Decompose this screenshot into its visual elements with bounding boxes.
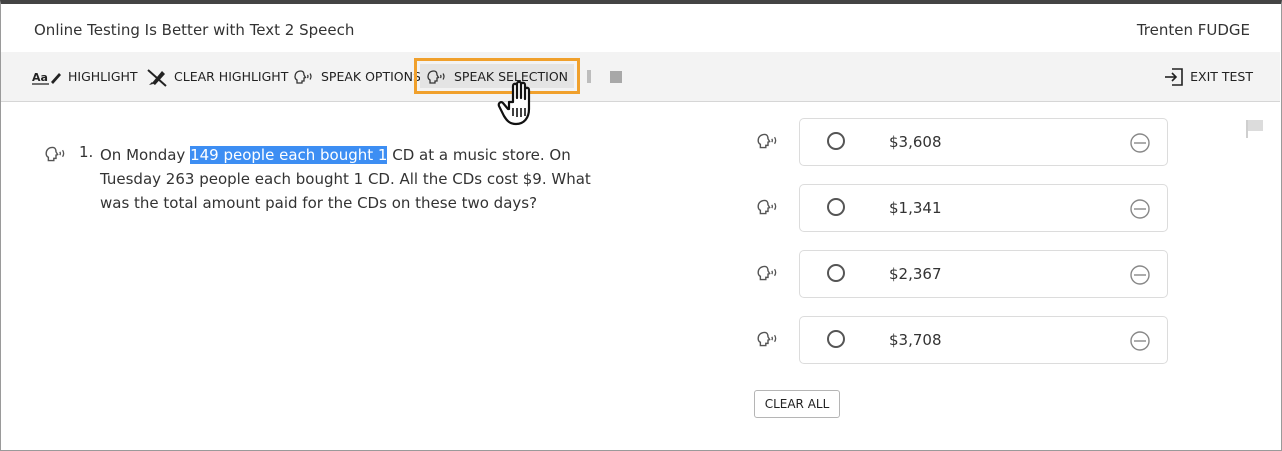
answer-option-c: $2,367 <box>756 250 1176 300</box>
question-text-before: On Monday <box>100 146 191 164</box>
highlighted-selection: 149 people each bought 1 <box>190 146 388 164</box>
option-speak-button[interactable] <box>756 264 780 286</box>
speaking-head-icon <box>757 331 777 347</box>
option-radio[interactable] <box>827 264 845 282</box>
option-label: $2,367 <box>889 265 942 283</box>
toolbar: Aa HIGHLIGHT CLEAR HIGHLIGHT SPEAK OPTIO… <box>1 52 1280 102</box>
eliminate-option-button[interactable] <box>1129 132 1151 158</box>
option-speak-button[interactable] <box>756 330 780 352</box>
speak-options-button[interactable]: SPEAK OPTIONS <box>293 52 421 101</box>
speaking-head-icon <box>757 199 777 215</box>
question-number: 1. <box>79 143 94 161</box>
speaking-head-icon <box>757 265 777 281</box>
option-label: $3,708 <box>889 331 942 349</box>
stop-icon <box>610 70 622 83</box>
stop-button[interactable] <box>610 52 622 101</box>
option-radio[interactable] <box>827 330 845 348</box>
question-stem[interactable]: On Monday 149 people each bought 1 CD at… <box>100 143 620 215</box>
eliminate-option-button[interactable] <box>1129 264 1151 290</box>
pause-button[interactable] <box>587 52 591 101</box>
exit-test-button[interactable]: EXIT TEST <box>1164 52 1253 101</box>
speaking-head-icon <box>293 69 315 85</box>
option-speak-button[interactable] <box>756 132 780 154</box>
option-speak-button[interactable] <box>756 198 780 220</box>
exit-test-label: EXIT TEST <box>1190 69 1253 84</box>
minus-circle-icon <box>1130 199 1150 219</box>
speaking-head-icon <box>45 146 65 162</box>
clear-highlight-label: CLEAR HIGHLIGHT <box>174 69 289 84</box>
hand-pointer-cursor-icon <box>496 78 552 136</box>
minus-circle-icon <box>1130 265 1150 285</box>
speaking-head-icon <box>757 133 777 149</box>
option-radio[interactable] <box>827 132 845 150</box>
answer-option-d: $3,708 <box>756 316 1176 366</box>
option-radio[interactable] <box>827 198 845 216</box>
option-card[interactable]: $1,341 <box>799 184 1168 232</box>
minus-circle-icon <box>1130 133 1150 153</box>
speak-options-label: SPEAK OPTIONS <box>321 69 421 84</box>
svg-text:Aa: Aa <box>32 71 48 84</box>
eliminate-option-button[interactable] <box>1129 198 1151 224</box>
option-label: $3,608 <box>889 133 942 151</box>
flag-icon <box>1246 120 1263 138</box>
option-label: $1,341 <box>889 199 942 217</box>
answer-option-a: $3,608 <box>756 118 1176 168</box>
app-title: Online Testing Is Better with Text 2 Spe… <box>34 21 355 39</box>
title-bar: Online Testing Is Better with Text 2 Spe… <box>1 4 1281 52</box>
clear-highlight-button[interactable]: CLEAR HIGHLIGHT <box>146 52 288 101</box>
user-name: Trenten FUDGE <box>1136 21 1250 39</box>
flag-button[interactable] <box>1244 118 1266 144</box>
option-card[interactable]: $2,367 <box>799 250 1168 298</box>
minus-circle-icon <box>1130 331 1150 351</box>
highlight-button[interactable]: Aa HIGHLIGHT <box>32 52 138 101</box>
highlighter-icon: Aa <box>32 69 62 85</box>
answer-option-b: $1,341 <box>756 184 1176 234</box>
clear-all-button[interactable]: CLEAR ALL <box>754 390 840 418</box>
clear-highlighter-icon <box>146 67 168 87</box>
option-card[interactable]: $3,608 <box>799 118 1168 166</box>
pause-icon <box>587 70 591 83</box>
option-card[interactable]: $3,708 <box>799 316 1168 364</box>
eliminate-option-button[interactable] <box>1129 330 1151 356</box>
exit-icon <box>1164 67 1184 86</box>
question-speak-button[interactable] <box>44 145 68 167</box>
highlight-label: HIGHLIGHT <box>68 69 138 84</box>
